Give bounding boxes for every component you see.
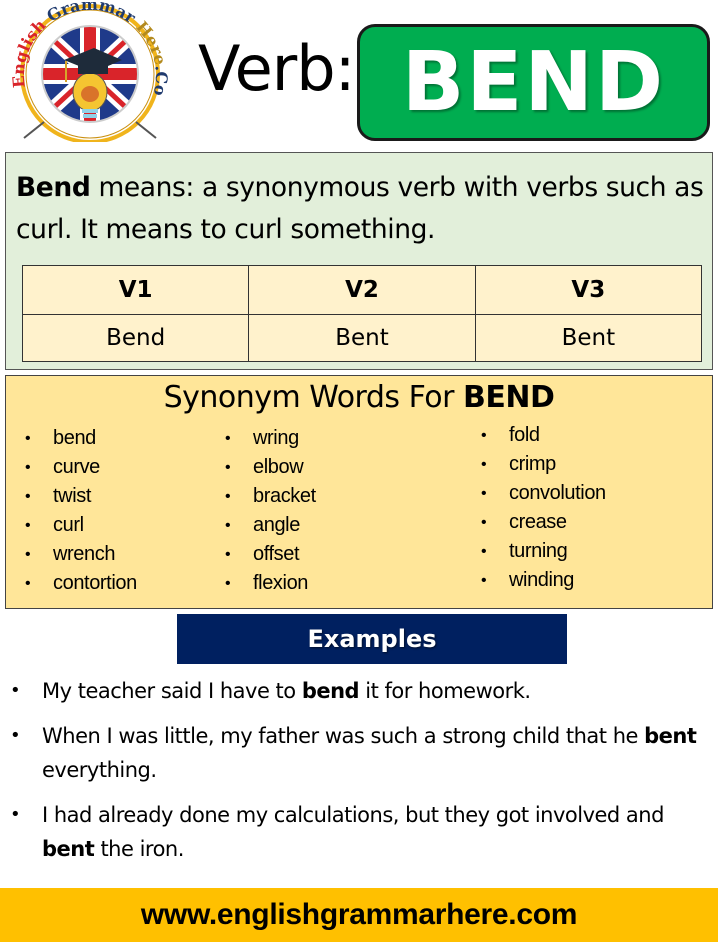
value-v2: Bent [248, 314, 476, 362]
example-text: everything. [42, 758, 157, 782]
bullet-icon: • [25, 517, 31, 534]
bullet-icon: • [25, 430, 31, 447]
example-item: • I had already done my calculations, but… [8, 798, 712, 866]
site-logo: English Grammar Here.Com [4, 2, 176, 142]
bullet-icon: • [25, 488, 31, 505]
synonym-item: • fold [481, 421, 606, 450]
synonyms-column-1: • bend • curve • twist • curl • wrench • conto… [25, 424, 137, 598]
synonym-text: crimp [509, 453, 556, 475]
synonym-text: turning [509, 540, 568, 562]
synonym-item: • flexion [225, 569, 316, 598]
bullet-icon: • [481, 427, 487, 444]
header-v1: V1 [21, 265, 250, 315]
synonym-item: • curve [25, 453, 137, 482]
header-v3: V3 [474, 265, 703, 315]
synonym-text: twist [53, 485, 92, 507]
synonym-item: • wrench [25, 540, 137, 569]
bullet-icon: • [481, 572, 487, 589]
synonym-text: bend [53, 427, 96, 449]
synonym-text: convolution [509, 482, 606, 504]
example-item: • My teacher said I have to bend it for h… [8, 674, 712, 708]
verb-forms-header-row: V1 V2 V3 [21, 265, 703, 315]
verb-badge: BEND [357, 24, 710, 141]
example-text: My teacher said I have to [42, 679, 302, 703]
synonym-item: • turning [481, 537, 606, 566]
synonym-text: angle [253, 514, 300, 536]
bullet-icon: • [10, 725, 21, 746]
synonym-item: • twist [25, 482, 137, 511]
bullet-icon: • [481, 543, 487, 560]
examples-header: Examples [177, 614, 567, 664]
website-url[interactable]: www.englishgrammarhere.com [141, 898, 578, 932]
synonyms-title-prefix: Synonym Words For [163, 380, 463, 415]
synonym-text: crease [509, 511, 567, 533]
bullet-icon: • [481, 485, 487, 502]
synonym-item: • wring [225, 424, 316, 453]
example-verb: bend [301, 679, 360, 703]
bullet-icon: • [481, 456, 487, 473]
synonym-item: • offset [225, 540, 316, 569]
bullet-icon: • [225, 488, 231, 505]
synonym-item: • elbow [225, 453, 316, 482]
synonym-item: • bracket [225, 482, 316, 511]
synonym-text: contortion [53, 572, 137, 594]
bullet-icon: • [225, 546, 231, 563]
meaning-definition: Bend means: a synonymous verb with verbs… [16, 167, 706, 251]
synonym-item: • convolution [481, 479, 606, 508]
synonym-item: • angle [225, 511, 316, 540]
meaning-word: Bend [16, 172, 91, 203]
bullet-icon: • [25, 459, 31, 476]
logo-emblem-icon: English Grammar Here.Com [4, 2, 171, 142]
example-text: it for homework. [359, 679, 531, 703]
bullet-icon: • [225, 459, 231, 476]
example-text: the iron. [94, 837, 184, 861]
header-v2: V2 [248, 265, 476, 315]
synonym-text: wrench [53, 543, 116, 565]
synonym-text: flexion [253, 572, 309, 594]
synonyms-title-word: BEND [463, 380, 555, 415]
verb-label: Verb: [198, 32, 355, 105]
meaning-text: means: a synonymous verb with verbs such… [16, 172, 704, 245]
synonyms-panel: Synonym Words For BEND • bend • curve • twi… [5, 375, 713, 609]
footer-banner: www.englishgrammarhere.com [0, 888, 718, 942]
synonym-text: offset [253, 543, 300, 565]
bullet-icon: • [481, 514, 487, 531]
synonym-text: curve [53, 456, 100, 478]
example-text: I had already done my calculations, but … [42, 803, 664, 827]
synonym-text: fold [509, 424, 540, 446]
synonyms-column-2: • wring • elbow • bracket • angle • offset • f… [225, 424, 316, 598]
example-verb: bent [644, 724, 697, 748]
synonym-item: • crease [481, 508, 606, 537]
bullet-icon: • [25, 546, 31, 563]
synonym-item: • bend [25, 424, 137, 453]
examples-list: • My teacher said I have to bend it for h… [8, 674, 712, 877]
bullet-icon: • [225, 517, 231, 534]
synonym-item: • curl [25, 511, 137, 540]
example-item: • When I was little, my father was such a… [8, 719, 712, 787]
bullet-icon: • [225, 575, 231, 592]
verb-forms-table: V1 V2 V3 Bend Bent Bent [21, 265, 703, 362]
synonym-text: bracket [253, 485, 316, 507]
bullet-icon: • [10, 804, 21, 825]
bullet-icon: • [225, 430, 231, 447]
verb-forms-value-row: Bend Bent Bent [21, 314, 703, 362]
bullet-icon: • [25, 575, 31, 592]
synonym-text: curl [53, 514, 84, 536]
verb-title: BEND [401, 35, 666, 130]
value-v3: Bent [474, 314, 703, 362]
meaning-panel: Bend means: a synonymous verb with verbs… [5, 152, 713, 370]
value-v1: Bend [21, 314, 250, 362]
synonyms-title: Synonym Words For BEND [6, 380, 712, 415]
synonym-item: • contortion [25, 569, 137, 598]
synonym-text: winding [509, 569, 575, 591]
synonym-item: • crimp [481, 450, 606, 479]
example-verb: bent [42, 837, 95, 861]
example-text: When I was little, my father was such a … [42, 724, 645, 748]
synonyms-column-3: • fold • crimp • convolution • crease • turni… [481, 421, 606, 595]
synonym-text: wring [253, 427, 299, 449]
bullet-icon: • [10, 680, 21, 701]
synonym-item: • winding [481, 566, 606, 595]
synonym-text: elbow [253, 456, 304, 478]
